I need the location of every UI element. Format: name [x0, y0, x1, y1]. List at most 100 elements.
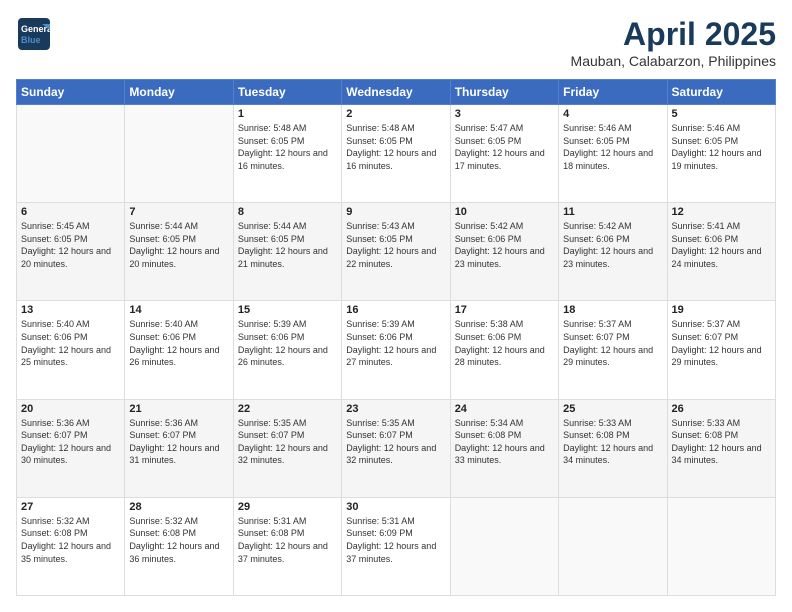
day-number: 22: [238, 403, 337, 415]
table-row: 17 Sunrise: 5:38 AM Sunset: 6:06 PM Dayli…: [450, 301, 558, 399]
day-number: 14: [129, 304, 228, 316]
day-number: 3: [455, 108, 554, 120]
day-number: 13: [21, 304, 120, 316]
day-info: Sunrise: 5:36 AM Sunset: 6:07 PM Dayligh…: [21, 417, 120, 467]
day-number: 12: [672, 206, 771, 218]
table-row: [559, 497, 667, 595]
day-info: Sunrise: 5:44 AM Sunset: 6:05 PM Dayligh…: [238, 220, 337, 270]
page: General Blue April 2025 Mauban, Calabarz…: [0, 0, 792, 612]
table-row: 4 Sunrise: 5:46 AM Sunset: 6:05 PM Daylig…: [559, 105, 667, 203]
day-number: 10: [455, 206, 554, 218]
table-row: 8Sunrise: 5:44 AM Sunset: 6:05 PM Daylig…: [233, 203, 341, 301]
day-number: 20: [21, 403, 120, 415]
table-row: 7 Sunrise: 5:44 AM Sunset: 6:05 PM Daylig…: [125, 203, 233, 301]
day-number: 11: [563, 206, 662, 218]
calendar-week-row: 13 Sunrise: 5:40 AM Sunset: 6:06 PM Dayli…: [17, 301, 776, 399]
table-row: [667, 497, 775, 595]
day-number: 15: [238, 304, 337, 316]
day-info: Sunrise: 5:45 AM Sunset: 6:05 PM Dayligh…: [21, 220, 120, 270]
col-header-wednesday: Wednesday: [342, 80, 450, 105]
table-row: 27 Sunrise: 5:32 AM Sunset: 6:08 PM Dayli…: [17, 497, 125, 595]
day-info: Sunrise: 5:31 AM Sunset: 6:08 PM Dayligh…: [238, 515, 337, 565]
table-row: [450, 497, 558, 595]
day-number: 2: [346, 108, 445, 120]
table-row: [125, 105, 233, 203]
calendar-week-row: 27 Sunrise: 5:32 AM Sunset: 6:08 PM Dayli…: [17, 497, 776, 595]
table-row: 29 Sunrise: 5:31 AM Sunset: 6:08 PM Dayli…: [233, 497, 341, 595]
logo: General Blue: [16, 16, 52, 52]
day-number: 18: [563, 304, 662, 316]
day-number: 4: [563, 108, 662, 120]
table-row: 11 Sunrise: 5:42 AM Sunset: 6:06 PM Dayli…: [559, 203, 667, 301]
day-number: 24: [455, 403, 554, 415]
day-info: Sunrise: 5:46 AM Sunset: 6:05 PM Dayligh…: [563, 122, 662, 172]
day-info: Sunrise: 5:36 AM Sunset: 6:07 PM Dayligh…: [129, 417, 228, 467]
table-row: 9 Sunrise: 5:43 AM Sunset: 6:05 PM Daylig…: [342, 203, 450, 301]
table-row: 5 Sunrise: 5:46 AM Sunset: 6:05 PM Daylig…: [667, 105, 775, 203]
day-info: Sunrise: 5:34 AM Sunset: 6:08 PM Dayligh…: [455, 417, 554, 467]
day-info: Sunrise: 5:47 AM Sunset: 6:05 PM Dayligh…: [455, 122, 554, 172]
day-number: 6: [21, 206, 120, 218]
table-row: 18Sunrise: 5:37 AM Sunset: 6:07 PM Dayli…: [559, 301, 667, 399]
day-number: 19: [672, 304, 771, 316]
day-number: 23: [346, 403, 445, 415]
day-info: Sunrise: 5:40 AM Sunset: 6:06 PM Dayligh…: [21, 318, 120, 368]
day-info: Sunrise: 5:32 AM Sunset: 6:08 PM Dayligh…: [129, 515, 228, 565]
table-row: 23Sunrise: 5:35 AM Sunset: 6:07 PM Dayli…: [342, 399, 450, 497]
table-row: 24 Sunrise: 5:34 AM Sunset: 6:08 PM Dayli…: [450, 399, 558, 497]
table-row: 28 Sunrise: 5:32 AM Sunset: 6:08 PM Dayli…: [125, 497, 233, 595]
day-info: Sunrise: 5:46 AM Sunset: 6:05 PM Dayligh…: [672, 122, 771, 172]
col-header-sunday: Sunday: [17, 80, 125, 105]
day-info: Sunrise: 5:42 AM Sunset: 6:06 PM Dayligh…: [563, 220, 662, 270]
table-row: 3 Sunrise: 5:47 AM Sunset: 6:05 PM Daylig…: [450, 105, 558, 203]
day-number: 9: [346, 206, 445, 218]
day-number: 16: [346, 304, 445, 316]
day-info: Sunrise: 5:39 AM Sunset: 6:06 PM Dayligh…: [346, 318, 445, 368]
day-info: Sunrise: 5:48 AM Sunset: 6:05 PM Dayligh…: [346, 122, 445, 172]
table-row: 12Sunrise: 5:41 AM Sunset: 6:06 PM Dayli…: [667, 203, 775, 301]
day-number: 7: [129, 206, 228, 218]
table-row: 30Sunrise: 5:31 AM Sunset: 6:09 PM Dayli…: [342, 497, 450, 595]
subtitle: Mauban, Calabarzon, Philippines: [571, 53, 776, 69]
day-number: 26: [672, 403, 771, 415]
table-row: 25Sunrise: 5:33 AM Sunset: 6:08 PM Dayli…: [559, 399, 667, 497]
header: General Blue April 2025 Mauban, Calabarz…: [16, 16, 776, 69]
table-row: 22 Sunrise: 5:35 AM Sunset: 6:07 PM Dayli…: [233, 399, 341, 497]
calendar-header-row: Sunday Monday Tuesday Wednesday Thursday…: [17, 80, 776, 105]
calendar-week-row: 20 Sunrise: 5:36 AM Sunset: 6:07 PM Dayli…: [17, 399, 776, 497]
table-row: 6 Sunrise: 5:45 AM Sunset: 6:05 PM Daylig…: [17, 203, 125, 301]
day-info: Sunrise: 5:35 AM Sunset: 6:07 PM Dayligh…: [238, 417, 337, 467]
main-title: April 2025: [571, 16, 776, 53]
day-info: Sunrise: 5:42 AM Sunset: 6:06 PM Dayligh…: [455, 220, 554, 270]
day-info: Sunrise: 5:38 AM Sunset: 6:06 PM Dayligh…: [455, 318, 554, 368]
calendar-week-row: 6 Sunrise: 5:45 AM Sunset: 6:05 PM Daylig…: [17, 203, 776, 301]
day-info: Sunrise: 5:40 AM Sunset: 6:06 PM Dayligh…: [129, 318, 228, 368]
col-header-friday: Friday: [559, 80, 667, 105]
day-number: 21: [129, 403, 228, 415]
day-number: 1: [238, 108, 337, 120]
table-row: 21 Sunrise: 5:36 AM Sunset: 6:07 PM Dayli…: [125, 399, 233, 497]
day-info: Sunrise: 5:37 AM Sunset: 6:07 PM Dayligh…: [672, 318, 771, 368]
day-number: 28: [129, 501, 228, 513]
calendar-table: Sunday Monday Tuesday Wednesday Thursday…: [16, 79, 776, 596]
day-number: 29: [238, 501, 337, 513]
svg-text:Blue: Blue: [21, 35, 41, 45]
day-number: 5: [672, 108, 771, 120]
day-number: 17: [455, 304, 554, 316]
table-row: 13 Sunrise: 5:40 AM Sunset: 6:06 PM Dayli…: [17, 301, 125, 399]
table-row: 19 Sunrise: 5:37 AM Sunset: 6:07 PM Dayli…: [667, 301, 775, 399]
day-info: Sunrise: 5:44 AM Sunset: 6:05 PM Dayligh…: [129, 220, 228, 270]
day-info: Sunrise: 5:32 AM Sunset: 6:08 PM Dayligh…: [21, 515, 120, 565]
day-number: 27: [21, 501, 120, 513]
table-row: 20 Sunrise: 5:36 AM Sunset: 6:07 PM Dayli…: [17, 399, 125, 497]
table-row: 26 Sunrise: 5:33 AM Sunset: 6:08 PM Dayli…: [667, 399, 775, 497]
day-info: Sunrise: 5:43 AM Sunset: 6:05 PM Dayligh…: [346, 220, 445, 270]
col-header-tuesday: Tuesday: [233, 80, 341, 105]
table-row: 16 Sunrise: 5:39 AM Sunset: 6:06 PM Dayli…: [342, 301, 450, 399]
day-number: 30: [346, 501, 445, 513]
col-header-monday: Monday: [125, 80, 233, 105]
col-header-saturday: Saturday: [667, 80, 775, 105]
day-info: Sunrise: 5:48 AM Sunset: 6:05 PM Dayligh…: [238, 122, 337, 172]
calendar-week-row: 1 Sunrise: 5:48 AM Sunset: 6:05 PM Daylig…: [17, 105, 776, 203]
day-info: Sunrise: 5:33 AM Sunset: 6:08 PM Dayligh…: [672, 417, 771, 467]
